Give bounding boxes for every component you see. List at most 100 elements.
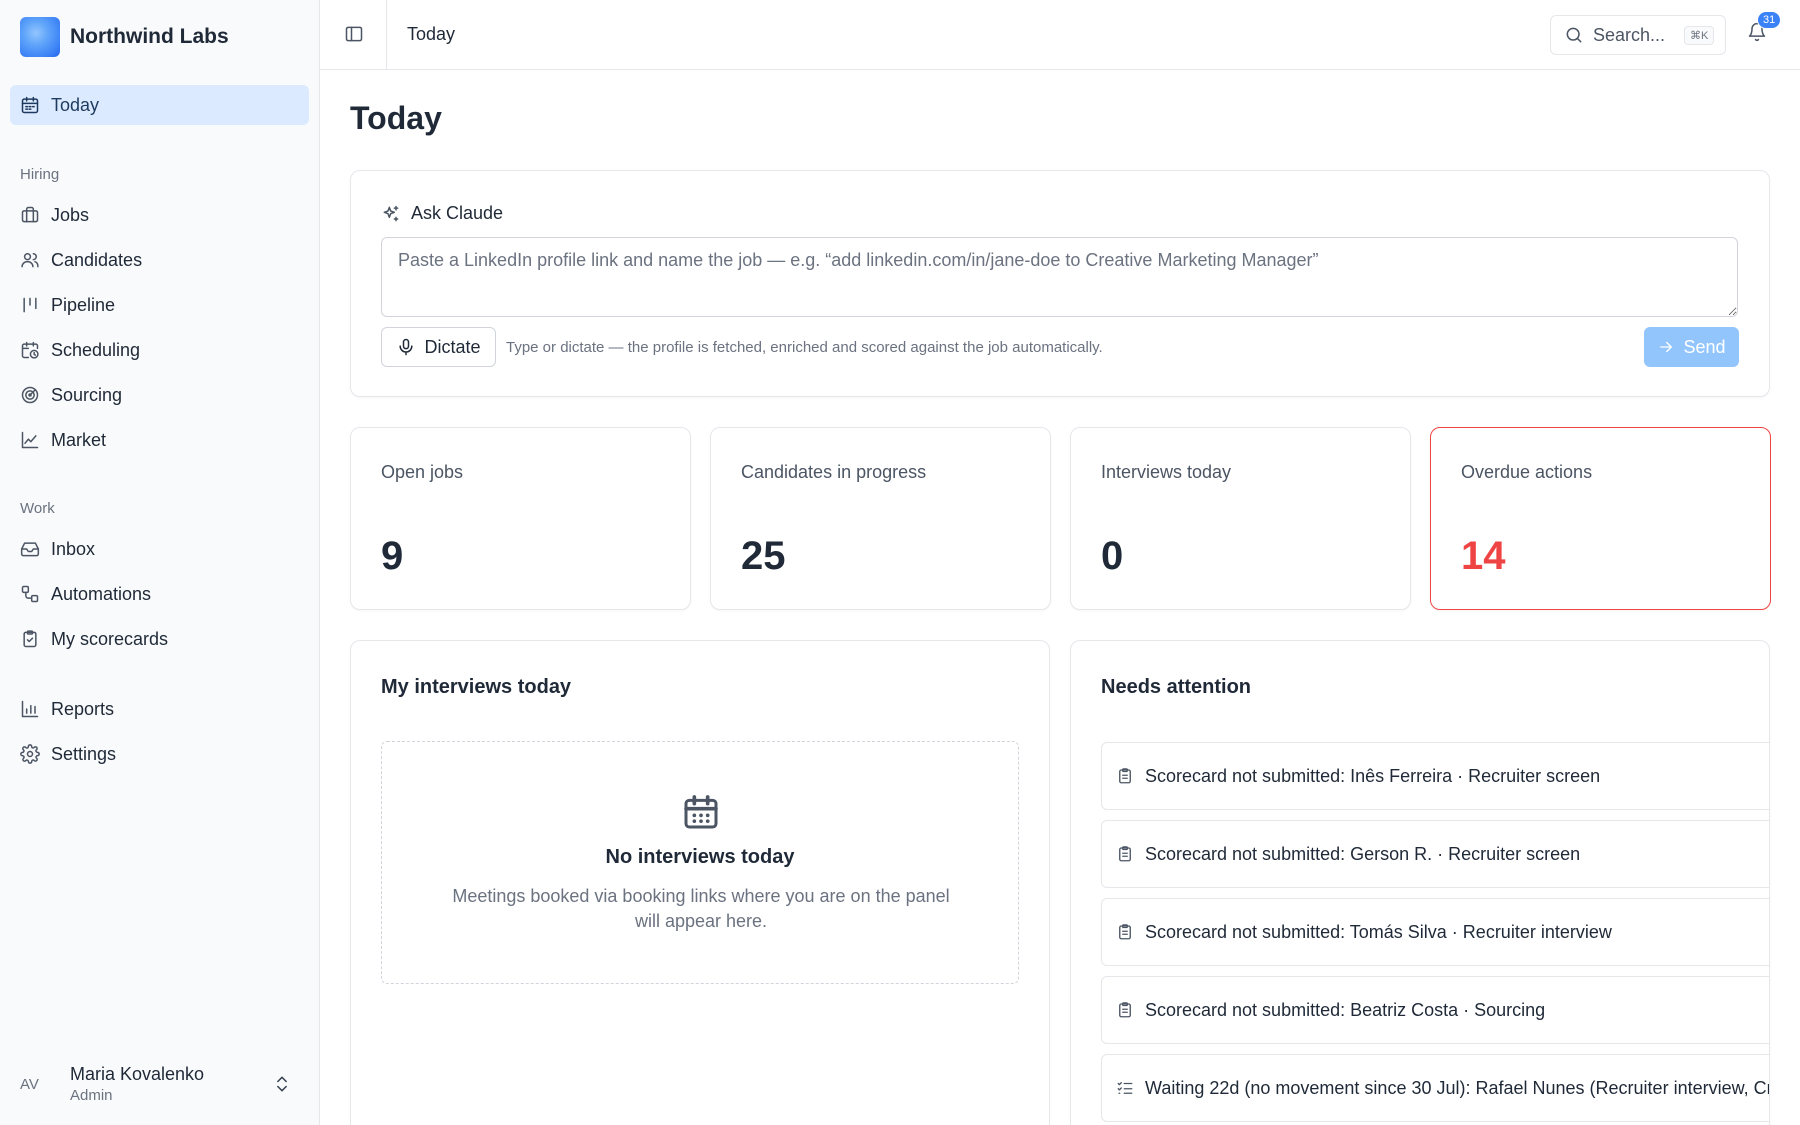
breadcrumb: Today <box>407 24 456 44</box>
stat-label: Interviews today <box>1101 462 1232 482</box>
sidebar-item-label: Automations <box>51 583 152 604</box>
sparkles-icon <box>381 204 401 224</box>
divider <box>386 0 387 70</box>
list-item-text: Scorecard not submitted: Tomás Silva · R… <box>1145 921 1612 942</box>
sidebar-item-label: My scorecards <box>51 628 169 649</box>
empty-state-text: Meetings booked via booking links where … <box>452 886 950 931</box>
send-label: Send <box>1683 336 1726 357</box>
sidebar: Northwind Labs Today Hiring Jobs Candida… <box>0 0 320 1125</box>
my-interviews-panel: My interviews today No interviews today … <box>350 640 1050 1125</box>
ask-claude-title: Ask Claude <box>411 203 504 223</box>
list-item-text: Scorecard not submitted: Beatriz Costa ·… <box>1145 999 1546 1020</box>
chevrons-up-down-icon[interactable] <box>272 1074 292 1094</box>
sidebar-item-sourcing[interactable]: Sourcing <box>10 375 309 415</box>
brand-logo <box>20 17 60 57</box>
nav-section-work: Work <box>20 500 55 517</box>
list-item[interactable]: Waiting 22d (no movement since 30 Jul): … <box>1101 1054 1770 1122</box>
panel-title: Needs attention <box>1101 676 1252 698</box>
users-icon <box>20 250 40 270</box>
list-item-text: Waiting 22d (no movement since 30 Jul): … <box>1145 1077 1770 1098</box>
sidebar-item-label: Candidates <box>51 249 143 270</box>
stat-value: 9 <box>381 534 404 578</box>
brand[interactable]: Northwind Labs <box>20 17 229 57</box>
panel-title: My interviews today <box>381 676 572 698</box>
search-shortcut: ⌘K <box>1684 25 1715 45</box>
stat-label: Overdue actions <box>1461 462 1593 482</box>
calendar-icon <box>20 95 40 115</box>
ask-claude-input[interactable] <box>381 237 1738 317</box>
sidebar-item-label: Today <box>51 94 100 115</box>
sidebar-toggle-icon[interactable] <box>344 24 364 44</box>
sidebar-item-inbox[interactable]: Inbox <box>10 529 309 569</box>
user-name: Maria Kovalenko <box>70 1064 205 1084</box>
notification-badge: 31 <box>1757 11 1782 29</box>
sidebar-item-candidates[interactable]: Candidates <box>10 240 309 280</box>
gear-icon <box>20 744 40 764</box>
user-menu[interactable]: AV Maria Kovalenko Admin <box>20 1062 300 1106</box>
sidebar-item-label: Inbox <box>51 538 96 559</box>
stat-card-interviews-today[interactable]: Interviews today 0 <box>1070 427 1411 610</box>
sidebar-item-label: Scheduling <box>51 339 141 360</box>
inbox-icon <box>20 539 40 559</box>
sidebar-item-my-scorecards[interactable]: My scorecards <box>10 619 309 659</box>
top-bar: Today Search... ⌘K 31 <box>320 0 1800 70</box>
clipboard-icon <box>1116 1001 1134 1019</box>
clipboard-icon <box>1116 845 1134 863</box>
stat-value: 25 <box>741 534 786 578</box>
stat-label: Candidates in progress <box>741 462 927 482</box>
user-role: Admin <box>70 1087 113 1104</box>
sidebar-item-label: Market <box>51 429 107 450</box>
sidebar-item-scheduling[interactable]: Scheduling <box>10 330 309 370</box>
send-button[interactable]: Send <box>1644 327 1739 367</box>
ask-claude-card: Ask Claude Dictate Type or dictate — the… <box>350 170 1770 397</box>
ask-hint: Type or dictate — the profile is fetched… <box>506 339 1103 356</box>
needs-attention-panel: Needs attention Scorecard not submitted:… <box>1070 640 1770 1125</box>
list-checks-icon <box>1116 1079 1134 1097</box>
bar-chart-icon <box>20 699 40 719</box>
radar-icon <box>20 385 40 405</box>
stat-card-open-jobs[interactable]: Open jobs 9 <box>350 427 691 610</box>
dictate-button[interactable]: Dictate <box>381 327 496 367</box>
stat-label: Open jobs <box>381 462 464 482</box>
sidebar-item-label: Reports <box>51 698 115 719</box>
list-item[interactable]: Scorecard not submitted: Gerson R. · Rec… <box>1101 820 1769 888</box>
briefcase-icon <box>20 205 40 225</box>
list-item-text: Scorecard not submitted: Gerson R. · Rec… <box>1145 843 1581 864</box>
dictate-label: Dictate <box>424 336 481 357</box>
list-item-text: Scorecard not submitted: Inês Ferreira ·… <box>1145 765 1601 786</box>
list-item[interactable]: Scorecard not submitted: Inês Ferreira ·… <box>1101 742 1769 810</box>
calendar-clock-icon <box>20 340 40 360</box>
ask-claude-header: Ask Claude <box>381 203 503 224</box>
sidebar-item-reports[interactable]: Reports <box>10 689 309 729</box>
clipboard-icon <box>1116 767 1134 785</box>
arrow-right-icon <box>1657 338 1675 356</box>
brand-name: Northwind Labs <box>70 25 229 48</box>
page-title: Today <box>350 100 442 136</box>
user-info: Maria Kovalenko Admin <box>70 1064 204 1104</box>
empty-state: No interviews today Meetings booked via … <box>381 741 1019 984</box>
stat-value: 14 <box>1461 534 1506 578</box>
list-item[interactable]: Scorecard not submitted: Tomás Silva · R… <box>1101 898 1769 966</box>
sidebar-item-automations[interactable]: Automations <box>10 574 309 614</box>
workflow-icon <box>20 584 40 604</box>
sidebar-item-settings[interactable]: Settings <box>10 734 309 774</box>
line-chart-icon <box>20 430 40 450</box>
sidebar-item-label: Pipeline <box>51 294 116 315</box>
sidebar-item-label: Sourcing <box>51 384 123 405</box>
clipboard-check-icon <box>20 629 40 649</box>
empty-state-title: No interviews today <box>605 846 795 868</box>
sidebar-item-jobs[interactable]: Jobs <box>10 195 309 235</box>
microphone-icon <box>396 337 416 357</box>
search-placeholder: Search... <box>1593 24 1666 45</box>
sidebar-item-today[interactable]: Today <box>10 85 309 125</box>
clipboard-icon <box>1116 923 1134 941</box>
sidebar-item-market[interactable]: Market <box>10 420 309 460</box>
sidebar-item-pipeline[interactable]: Pipeline <box>10 285 309 325</box>
stat-card-overdue-actions[interactable]: Overdue actions 14 <box>1430 427 1771 610</box>
search-input[interactable]: Search... ⌘K <box>1550 15 1726 55</box>
list-item[interactable]: Scorecard not submitted: Beatriz Costa ·… <box>1101 976 1769 1044</box>
columns-icon <box>20 295 40 315</box>
stat-card-candidates-in-progress[interactable]: Candidates in progress 25 <box>710 427 1051 610</box>
attention-list: Scorecard not submitted: Inês Ferreira ·… <box>1101 742 1770 1125</box>
search-icon <box>1564 25 1584 45</box>
